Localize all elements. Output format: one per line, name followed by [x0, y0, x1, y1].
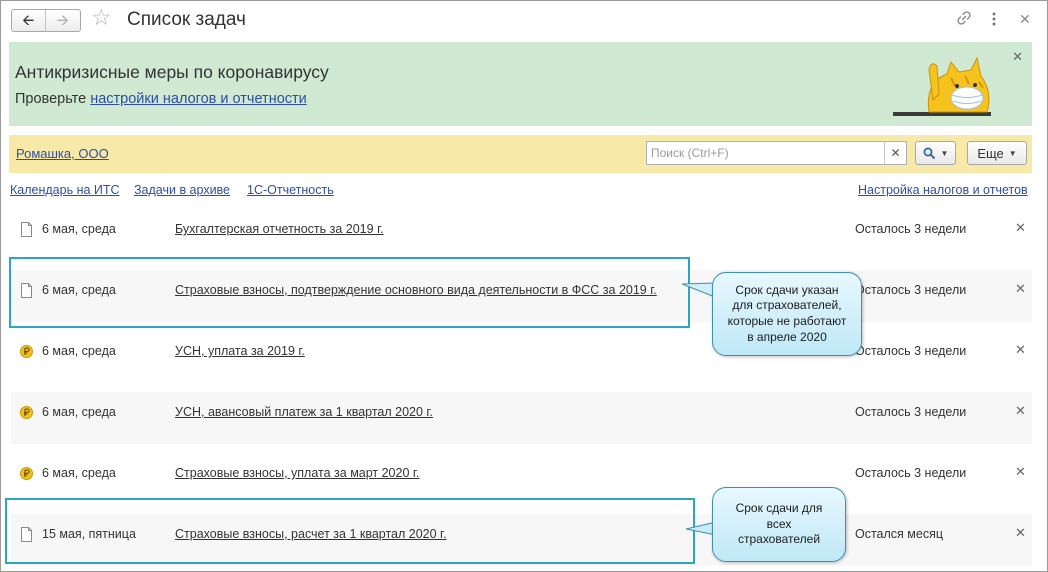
its-calendar-link[interactable]: Календарь на ИТС — [10, 184, 120, 197]
highlight-frame — [9, 257, 690, 328]
ruble-coin-icon — [20, 406, 33, 419]
dismiss-task-icon[interactable]: ✕ — [1015, 465, 1026, 478]
search-clear-icon[interactable]: ✕ — [884, 142, 906, 164]
highlight-frame — [5, 498, 695, 564]
search-input[interactable] — [647, 142, 885, 164]
callout-text: Срок сдачи для всех страхователей — [735, 501, 823, 547]
title-bar: 🡨 🡪 ☆ Список задач ✕ — [1, 1, 1047, 39]
task-date: 6 мая, среда — [42, 405, 116, 419]
search-box: ✕ — [646, 141, 907, 165]
task-row[interactable]: 6 мая, среда УСН, уплата за 2019 г. Оста… — [11, 331, 1032, 383]
task-link[interactable]: УСН, авансовый платеж за 1 квартал 2020 … — [175, 406, 433, 419]
dismiss-task-icon[interactable]: ✕ — [1015, 221, 1026, 234]
navigation-buttons: 🡨 🡪 — [11, 9, 81, 32]
chevron-down-icon: ▼ — [940, 148, 949, 158]
tax-settings-link[interactable]: настройки налогов и отчетности — [90, 91, 307, 107]
task-link[interactable]: Бухгалтерская отчетность за 2019 г. — [175, 223, 384, 236]
link-icon[interactable] — [956, 10, 972, 29]
task-date: 6 мая, среда — [42, 344, 116, 358]
tax-report-settings-link[interactable]: Настройка налогов и отчетов — [858, 184, 1028, 197]
dismiss-task-icon[interactable]: ✕ — [1015, 404, 1026, 417]
task-link[interactable]: Страховые взносы, уплата за март 2020 г. — [175, 467, 419, 480]
back-button[interactable]: 🡨 — [12, 10, 46, 31]
task-link[interactable]: УСН, уплата за 2019 г. — [175, 345, 305, 358]
ruble-coin-icon — [20, 345, 33, 358]
task-status: Осталось 3 недели — [855, 466, 967, 480]
arrow-left-icon: 🡨 — [22, 12, 35, 29]
task-list-window: 🡨 🡪 ☆ Список задач ✕ Антикризисные меры … — [0, 0, 1048, 572]
search-options-button[interactable]: ▼ — [915, 141, 956, 165]
close-window-icon[interactable]: ✕ — [1019, 12, 1031, 26]
arrow-right-icon: 🡪 — [56, 12, 69, 29]
annotation-callout: Срок сдачи для всех страхователей — [712, 487, 846, 562]
magnifier-icon — [923, 147, 935, 159]
task-status: Осталось 3 недели — [855, 222, 967, 236]
ruble-coin-icon — [20, 467, 33, 480]
chevron-down-icon: ▼ — [1008, 148, 1017, 158]
banner-subtitle: Проверьте настройки налогов и отчетности — [15, 92, 307, 107]
archive-tasks-link[interactable]: Задачи в архиве — [134, 184, 230, 197]
task-date: 6 мая, среда — [42, 222, 116, 236]
window-title: Список задач — [127, 9, 246, 30]
task-status: Остался месяц — [855, 527, 944, 541]
cat-mascot-icon — [893, 56, 991, 116]
document-icon — [21, 222, 32, 237]
forward-button[interactable]: 🡪 — [46, 10, 80, 31]
banner-title: Антикризисные меры по коронавирусу — [15, 62, 329, 82]
organization-bar: Ромашка, ООО ✕ ▼ Еще ▼ — [9, 135, 1032, 173]
more-button[interactable]: Еще ▼ — [967, 141, 1027, 165]
1c-reporting-link[interactable]: 1С-Отчетность — [247, 184, 334, 197]
more-button-label: Еще — [977, 145, 1004, 161]
banner-prefix: Проверьте — [15, 91, 91, 107]
task-row[interactable]: 6 мая, среда Бухгалтерская отчетность за… — [11, 209, 1032, 261]
organization-link[interactable]: Ромашка, ООО — [16, 147, 109, 160]
dismiss-task-icon[interactable]: ✕ — [1015, 282, 1026, 295]
task-status: Осталось 3 недели — [855, 344, 967, 358]
dismiss-task-icon[interactable]: ✕ — [1015, 526, 1026, 539]
covid-measures-banner: Антикризисные меры по коронавирусу Прове… — [9, 42, 1032, 126]
banner-close-icon[interactable]: ✕ — [1012, 50, 1023, 63]
callout-text: Срок сдачи указан для страхователей, кот… — [727, 282, 847, 344]
favorite-star-icon[interactable]: ☆ — [91, 6, 112, 29]
task-row[interactable]: 6 мая, среда УСН, авансовый платеж за 1 … — [11, 392, 1032, 444]
dismiss-task-icon[interactable]: ✕ — [1015, 343, 1026, 356]
task-date: 6 мая, среда — [42, 466, 116, 480]
task-status: Осталось 3 недели — [855, 405, 967, 419]
more-vertical-icon[interactable] — [991, 11, 997, 30]
annotation-callout: Срок сдачи указан для страхователей, кот… — [712, 272, 862, 356]
task-status: Осталось 3 недели — [855, 283, 967, 297]
